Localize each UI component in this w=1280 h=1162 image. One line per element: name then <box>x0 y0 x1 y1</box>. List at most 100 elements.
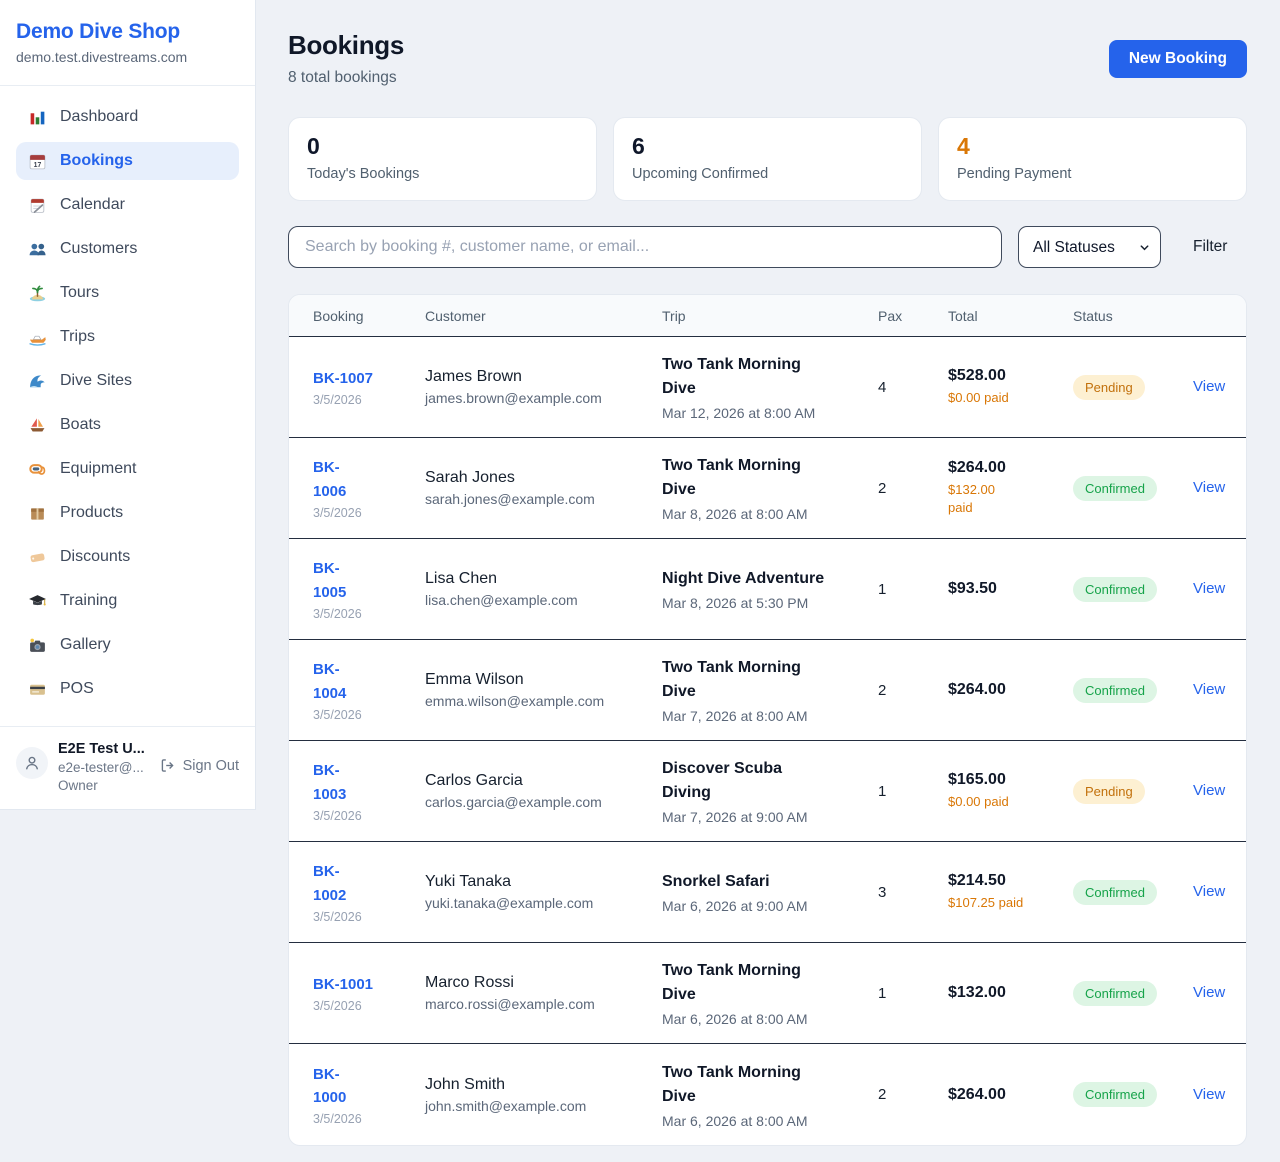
sidebar-item-label: Bookings <box>60 152 133 170</box>
search-input[interactable] <box>288 226 1002 268</box>
sidebar-item-dashboard[interactable]: Dashboard <box>16 98 239 136</box>
sidebar: Demo Dive Shop demo.test.divestreams.com… <box>0 0 256 810</box>
booking-id-link[interactable]: BK-1004 <box>313 658 353 705</box>
avatar <box>16 747 48 779</box>
sidebar-item-label: Trips <box>60 328 95 346</box>
sidebar-item-dive-sites[interactable]: Dive Sites <box>16 362 239 400</box>
booking-date: 3/5/2026 <box>313 1112 425 1126</box>
sidebar-item-label: Dashboard <box>60 108 138 126</box>
sidebar-item-pos[interactable]: POS <box>16 670 239 708</box>
trip-name: Discover Scuba Diving <box>662 757 830 805</box>
stat-card-todays-bookings: 0 Today's Bookings <box>288 117 597 201</box>
sidebar-item-tours[interactable]: Tours <box>16 274 239 312</box>
sidebar-item-trips[interactable]: Trips <box>16 318 239 356</box>
sidebar-item-label: Boats <box>60 416 101 434</box>
view-link[interactable]: View <box>1193 984 1225 1001</box>
booking-date: 3/5/2026 <box>313 393 425 407</box>
sidebar-item-training[interactable]: Training <box>16 582 239 620</box>
filter-row: All Statuses Filter <box>288 226 1247 268</box>
trip-datetime: Mar 6, 2026 at 9:00 AM <box>662 898 878 914</box>
customer-email: yuki.tanaka@example.com <box>425 895 662 911</box>
sidebar-item-label: Equipment <box>60 460 137 478</box>
package-icon <box>28 504 47 523</box>
table-row: BK-10013/5/2026Marco Rossimarco.rossi@ex… <box>289 943 1246 1044</box>
booking-id-link[interactable]: BK-1001 <box>313 976 373 993</box>
booking-id-link[interactable]: BK-1005 <box>313 557 353 604</box>
status-badge: Pending <box>1073 375 1145 400</box>
sidebar-item-gallery[interactable]: Gallery <box>16 626 239 664</box>
booking-date: 3/5/2026 <box>313 999 425 1013</box>
booking-id-link[interactable]: BK-1006 <box>313 456 353 503</box>
view-link[interactable]: View <box>1193 681 1225 698</box>
sidebar-item-label: Discounts <box>60 548 130 566</box>
booking-id-link[interactable]: BK-1000 <box>313 1063 353 1110</box>
booking-date: 3/5/2026 <box>313 910 425 924</box>
sign-out-button[interactable]: Sign Out <box>159 757 239 774</box>
table-row: BK-10043/5/2026Emma Wilsonemma.wilson@ex… <box>289 640 1246 741</box>
view-link[interactable]: View <box>1193 479 1225 496</box>
table-body: BK-10073/5/2026James Brownjames.brown@ex… <box>289 337 1246 1145</box>
paid-amount: $107.25 paid <box>948 894 1073 912</box>
view-link[interactable]: View <box>1193 580 1225 597</box>
sidebar-item-equipment[interactable]: Equipment <box>16 450 239 488</box>
trip-name: Two Tank Morning Dive <box>662 959 830 1007</box>
status-badge: Pending <box>1073 779 1145 804</box>
sidebar-item-label: Calendar <box>60 196 125 214</box>
wave-icon <box>28 372 47 391</box>
credit-card-icon <box>28 680 47 699</box>
trip-name: Night Dive Adventure <box>662 567 830 591</box>
view-link[interactable]: View <box>1193 378 1225 395</box>
sidebar-item-customers[interactable]: Customers <box>16 230 239 268</box>
sidebar-item-calendar[interactable]: Calendar <box>16 186 239 224</box>
sidebar-item-discounts[interactable]: Discounts <box>16 538 239 576</box>
stat-label: Pending Payment <box>957 166 1228 182</box>
sidebar-item-bookings[interactable]: 17 Bookings <box>16 142 239 180</box>
sidebar-item-products[interactable]: Products <box>16 494 239 532</box>
new-booking-button[interactable]: New Booking <box>1109 40 1247 78</box>
sidebar-item-boats[interactable]: Boats <box>16 406 239 444</box>
sidebar-item-label: Customers <box>60 240 137 258</box>
person-icon <box>22 753 42 773</box>
status-filter: All Statuses <box>1018 226 1161 268</box>
stat-card-pending-payment: 4 Pending Payment <box>938 117 1247 201</box>
total-amount: $93.50 <box>948 580 1073 598</box>
diving-mask-icon <box>28 460 47 479</box>
bookings-table: Booking Customer Trip Pax Total Status B… <box>288 294 1247 1146</box>
island-icon <box>28 284 47 303</box>
view-link[interactable]: View <box>1193 883 1225 900</box>
customer-email: lisa.chen@example.com <box>425 592 662 608</box>
pax-count: 1 <box>878 985 948 1002</box>
customer-name: James Brown <box>425 368 662 386</box>
customer-name: Lisa Chen <box>425 570 662 588</box>
tag-icon <box>28 548 47 567</box>
table-row: BK-10063/5/2026Sarah Jonessarah.jones@ex… <box>289 438 1246 539</box>
booking-id-link[interactable]: BK-1003 <box>313 759 353 806</box>
filter-button[interactable]: Filter <box>1183 230 1237 264</box>
stat-value: 6 <box>632 133 903 160</box>
customer-email: emma.wilson@example.com <box>425 693 662 709</box>
column-header-status: Status <box>1073 308 1193 324</box>
paid-amount: $132.00 paid <box>948 481 1000 517</box>
user-name: E2E Test U... <box>58 741 149 757</box>
svg-text:17: 17 <box>34 161 42 168</box>
page-subtitle: 8 total bookings <box>288 69 404 87</box>
column-header-trip: Trip <box>662 308 878 324</box>
graduation-cap-icon <box>28 592 47 611</box>
stat-value: 4 <box>957 133 1228 160</box>
sidebar-nav: Dashboard 17 Bookings Calendar Customers… <box>0 86 255 726</box>
customer-name: John Smith <box>425 1076 662 1094</box>
bar-chart-icon <box>28 108 47 127</box>
view-link[interactable]: View <box>1193 782 1225 799</box>
booking-date: 3/5/2026 <box>313 506 425 520</box>
view-link[interactable]: View <box>1193 1086 1225 1103</box>
total-amount: $264.00 <box>948 681 1073 699</box>
status-filter-select[interactable]: All Statuses <box>1018 226 1161 268</box>
customer-email: john.smith@example.com <box>425 1098 662 1114</box>
status-badge: Confirmed <box>1073 880 1157 905</box>
pax-count: 4 <box>878 379 948 396</box>
booking-id-link[interactable]: BK-1007 <box>313 370 373 387</box>
stat-label: Today's Bookings <box>307 166 578 182</box>
booking-id-link[interactable]: BK-1002 <box>313 860 353 907</box>
sidebar-item-label: Products <box>60 504 123 522</box>
table-row: BK-10073/5/2026James Brownjames.brown@ex… <box>289 337 1246 438</box>
